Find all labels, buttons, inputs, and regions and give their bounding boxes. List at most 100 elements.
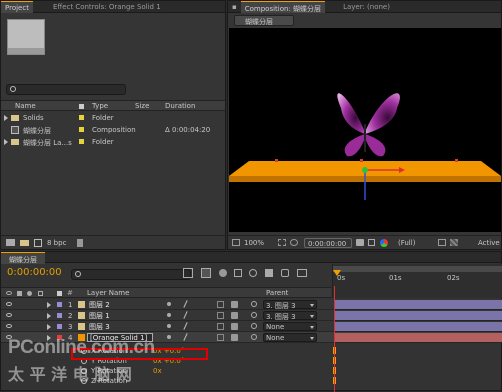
- quality-switch-icon[interactable]: [183, 322, 188, 330]
- work-area-bar[interactable]: [333, 266, 502, 272]
- quality-switch-icon[interactable]: [183, 311, 188, 319]
- property-row[interactable]: Z Rotation: [1, 376, 502, 386]
- shy-switch-icon[interactable]: [167, 324, 171, 328]
- interpret-footage-icon[interactable]: [6, 239, 15, 246]
- active-camera-dropdown[interactable]: Active: [478, 238, 501, 248]
- current-time-indicator[interactable]: [333, 270, 341, 276]
- comp-mini-flowchart-icon[interactable]: [183, 268, 193, 278]
- camera-snapshot-icon[interactable]: [356, 239, 364, 246]
- parent-pickwhip-icon[interactable]: [251, 312, 257, 318]
- layer-row[interactable]: 4 [Orange Solid 1] None: [1, 332, 502, 343]
- shy-switch-icon[interactable]: [167, 313, 171, 317]
- eye-icon[interactable]: [6, 335, 12, 339]
- expand-arrow-icon[interactable]: [47, 324, 51, 330]
- new-comp-icon[interactable]: [34, 239, 42, 247]
- zoom-dropdown[interactable]: 100%: [244, 238, 272, 248]
- timeline-timecode[interactable]: 0:00:00:00: [7, 267, 62, 278]
- switches-group[interactable]: [167, 311, 243, 319]
- tab-lock-icon[interactable]: ▪: [228, 1, 241, 13]
- col-type[interactable]: Type: [92, 102, 108, 110]
- fx-switch-icon[interactable]: [217, 301, 224, 308]
- stopwatch-icon[interactable]: [81, 368, 87, 374]
- expand-arrow-icon[interactable]: [47, 313, 51, 319]
- shy-switch-icon[interactable]: [167, 302, 171, 306]
- parent-pickwhip-icon[interactable]: [251, 301, 257, 307]
- stopwatch-icon[interactable]: [81, 378, 87, 384]
- layer-name-box[interactable]: [Orange Solid 1]: [87, 333, 153, 342]
- bpc-label[interactable]: 8 bpc: [47, 239, 66, 247]
- 3d-switch-icon[interactable]: [231, 323, 238, 330]
- timeline-search-input[interactable]: [71, 269, 191, 280]
- switches-group[interactable]: [167, 333, 243, 341]
- col-name[interactable]: Name: [15, 102, 36, 110]
- grid-icon[interactable]: [278, 239, 286, 246]
- label-color-swatch[interactable]: [57, 335, 62, 340]
- col-size[interactable]: Size: [135, 102, 149, 110]
- project-item-comp[interactable]: 蝴蝶分层 Composition Δ 0:00:04:20: [1, 124, 225, 136]
- layer-name-box[interactable]: 图层 1: [87, 311, 147, 320]
- parent-dropdown[interactable]: None: [263, 322, 317, 331]
- tab-composition[interactable]: Composition: 蝴蝶分层: [240, 1, 326, 13]
- parent-dropdown[interactable]: 3. 图层 3: [263, 311, 317, 321]
- new-folder-icon[interactable]: [20, 240, 29, 246]
- tab-project[interactable]: Project: [1, 1, 33, 13]
- col-duration[interactable]: Duration: [165, 102, 195, 110]
- switches-group[interactable]: [167, 300, 243, 308]
- expand-arrow-icon[interactable]: [47, 335, 51, 341]
- quality-switch-icon[interactable]: [183, 333, 188, 341]
- 3d-switch-icon[interactable]: [231, 334, 238, 341]
- layer-row[interactable]: 3 图层 3 None: [1, 321, 502, 332]
- show-snapshot-icon[interactable]: [368, 239, 375, 246]
- transparency-grid-icon[interactable]: [450, 239, 458, 246]
- mask-icon[interactable]: [290, 239, 298, 246]
- layer-name-box[interactable]: 图层 2: [87, 300, 147, 309]
- shy-switch-icon[interactable]: [167, 335, 171, 339]
- property-row[interactable]: Y Rotation 0x: [1, 366, 502, 376]
- fx-switch-icon[interactable]: [217, 323, 224, 330]
- comp-viewer[interactable]: [229, 28, 501, 232]
- brainstorm-icon[interactable]: [265, 269, 273, 277]
- quality-switch-icon[interactable]: [183, 300, 188, 308]
- 3d-switch-icon[interactable]: [231, 301, 238, 308]
- comp-name-button[interactable]: 蝴蝶分层: [234, 15, 294, 26]
- parent-pickwhip-icon[interactable]: [251, 334, 257, 340]
- butterfly-image[interactable]: [337, 93, 400, 157]
- motion-blur-icon[interactable]: [249, 269, 257, 277]
- auto-keyframe-icon[interactable]: [281, 269, 289, 277]
- tab-timeline[interactable]: 蝴蝶分层: [1, 252, 45, 264]
- layer-row[interactable]: 2 图层 1 3. 图层 3: [1, 310, 502, 321]
- channel-icon[interactable]: [380, 239, 388, 247]
- resolution-dropdown[interactable]: (Full): [398, 238, 434, 248]
- 3d-switch-icon[interactable]: [231, 312, 238, 319]
- label-color-swatch[interactable]: [57, 324, 62, 329]
- layer-duration-bar[interactable]: [335, 333, 502, 342]
- frame-blend-icon[interactable]: [234, 269, 242, 277]
- draft-3d-icon[interactable]: [201, 268, 211, 278]
- region-icon[interactable]: [232, 239, 240, 246]
- label-color-swatch[interactable]: [57, 302, 62, 307]
- eye-icon[interactable]: [6, 302, 12, 306]
- property-value[interactable]: 0x: [153, 367, 162, 375]
- layer-name-header[interactable]: Layer Name: [87, 289, 129, 297]
- shy-icon[interactable]: [219, 269, 227, 277]
- switches-group[interactable]: [167, 322, 243, 330]
- eye-icon[interactable]: [6, 324, 12, 328]
- timecode-box[interactable]: 0:00:00:00: [304, 238, 352, 248]
- parent-dropdown[interactable]: 3. 图层 3: [263, 300, 317, 310]
- tab-effect-controls[interactable]: Effect Controls: Orange Solid 1: [49, 1, 165, 13]
- project-search-input[interactable]: [6, 84, 126, 95]
- graph-editor-icon[interactable]: [297, 269, 307, 277]
- layer-row[interactable]: 1 图层 2 3. 图层 3: [1, 299, 502, 310]
- layer-duration-bar[interactable]: [335, 322, 502, 331]
- layer-duration-bar[interactable]: [335, 311, 502, 320]
- layer-name-box[interactable]: 图层 3: [87, 322, 147, 331]
- parent-header[interactable]: Parent: [266, 289, 288, 297]
- fx-switch-icon[interactable]: [217, 312, 224, 319]
- tab-layer[interactable]: Layer: (none): [339, 1, 394, 13]
- roi-icon[interactable]: [438, 239, 446, 246]
- parent-dropdown[interactable]: None: [263, 333, 317, 342]
- parent-pickwhip-icon[interactable]: [251, 323, 257, 329]
- eye-icon[interactable]: [6, 313, 12, 317]
- trash-icon[interactable]: [77, 239, 83, 247]
- project-item-solids[interactable]: Solids Folder: [1, 112, 225, 124]
